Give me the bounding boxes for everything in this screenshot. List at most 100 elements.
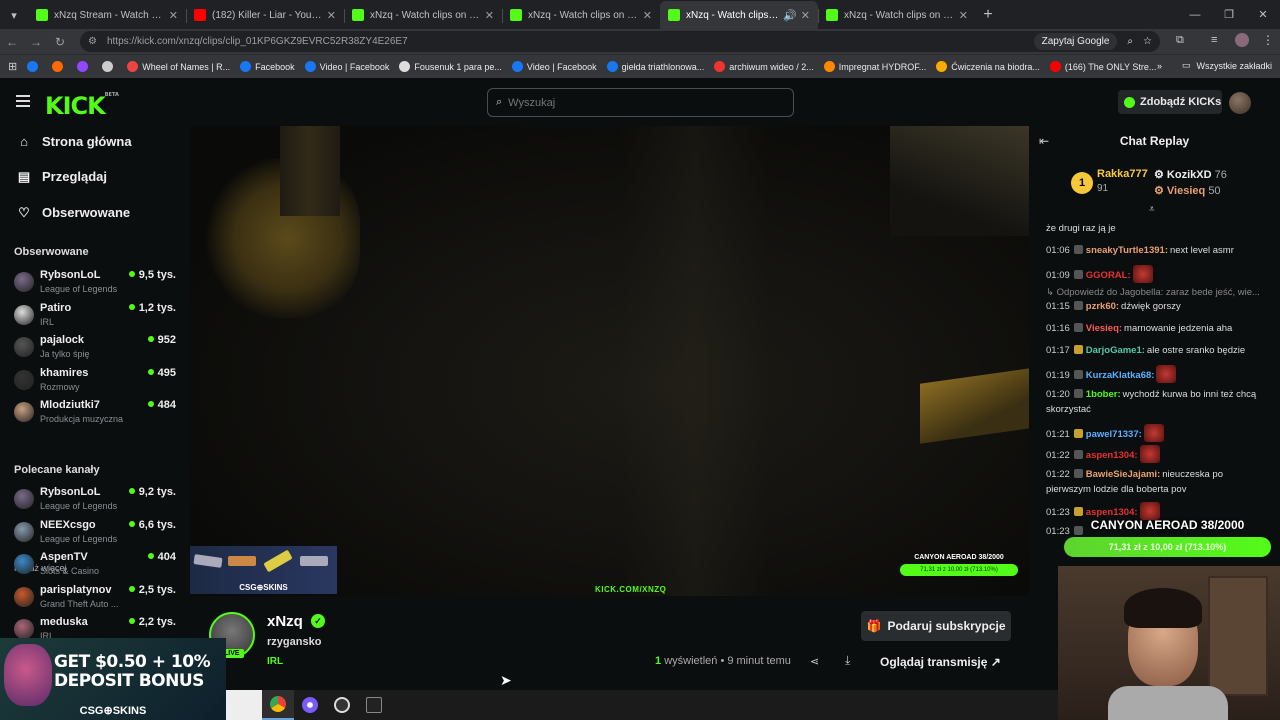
browser-tab[interactable]: xNzq - Watch clips on Kick ✕ xyxy=(818,1,976,29)
bookmark-item[interactable]: Ćwiczenia na biodra... xyxy=(936,61,1040,72)
video-player[interactable]: CSG⊕SKINS KICK.COM/XNZQ CANYON AEROAD 38… xyxy=(190,126,1029,596)
browser-tab[interactable]: (182) Killer - Liar - YouTube ✕ xyxy=(186,1,344,29)
close-tab-icon[interactable]: ✕ xyxy=(801,9,810,22)
bookmark-favicon-icon xyxy=(27,61,39,72)
sidepanel-icon[interactable]: ≡ xyxy=(1211,34,1217,46)
browser-tab[interactable]: xNzq - Watch clips on Kick ✕ xyxy=(344,1,502,29)
close-window-icon[interactable]: ✕ xyxy=(1246,0,1280,29)
bookmark-item[interactable] xyxy=(27,61,42,72)
search-box[interactable]: ⌕ xyxy=(487,88,794,117)
browser-tab[interactable]: xNzq Stream - Watch Live on Kick✕ xyxy=(28,1,186,29)
taskbar-messenger-icon[interactable] xyxy=(294,690,326,720)
chevron-right-icon[interactable]: » xyxy=(1157,61,1162,71)
all-bookmarks[interactable]: Wszystkie zakładki xyxy=(1196,61,1272,71)
rank-1-badge: 1 xyxy=(1071,172,1093,194)
bookmark-item[interactable]: Video | Facebook xyxy=(304,61,389,72)
download-icon[interactable]: ⤓ xyxy=(845,653,850,668)
chat-username[interactable]: KurzaKlatka68: xyxy=(1086,370,1155,381)
channel-avatar xyxy=(14,369,34,390)
bookmark-item[interactable] xyxy=(102,61,117,72)
get-kicks-button[interactable]: Zdobądź KICKs xyxy=(1118,90,1222,114)
sidebar-channel-rybsonlol[interactable]: RybsonLoL League of Legends 9,5 tys. xyxy=(14,269,176,299)
bookmark-item[interactable]: archiwum wideo / 2... xyxy=(714,61,814,72)
taskbar-terminal-icon[interactable] xyxy=(358,690,390,720)
bookmark-item[interactable] xyxy=(52,61,67,72)
close-tab-icon[interactable]: ✕ xyxy=(959,9,968,22)
chat-username[interactable]: Viesieq: xyxy=(1086,323,1122,334)
gift-subscription-button[interactable]: 🎁 Podaruj subskrypcje xyxy=(861,611,1011,641)
chat-username[interactable]: GGORAL: xyxy=(1086,270,1131,281)
csgskins-ad[interactable]: GET $0.50 + 10% DEPOSIT BONUS CSG⊕SKINS xyxy=(0,638,226,720)
close-tab-icon[interactable]: ✕ xyxy=(327,9,336,22)
close-tab-icon[interactable]: ✕ xyxy=(643,9,652,22)
apps-icon[interactable]: ⊞ xyxy=(8,60,17,73)
sidebar-channel-khamires[interactable]: khamires Rozmowy 495 xyxy=(14,367,176,397)
bookmark-item[interactable]: Video | Facebook xyxy=(511,61,597,72)
nav-following[interactable]: ♡ Obserwowane xyxy=(17,205,130,221)
chat-username[interactable]: aspen1304: xyxy=(1086,450,1138,461)
chat-username[interactable]: 1bober: xyxy=(1086,389,1121,400)
sidebar-channel-pajalock[interactable]: pajalock Ja tylko śpię 952 xyxy=(14,334,176,364)
sidebar-channel-neexcsgo[interactable]: NEEXcsgo League of Legends 6,6 tys. xyxy=(14,519,176,549)
hamburger-icon[interactable] xyxy=(16,95,30,110)
extensions-icon[interactable]: ⧉ xyxy=(1176,34,1184,47)
chat-username[interactable]: pawel71337: xyxy=(1086,429,1142,440)
browser-tab[interactable]: xNzq - Watch clips on Kick🔊✕ xyxy=(660,1,818,29)
star-icon[interactable]: ☆ xyxy=(1143,36,1152,47)
address-bar[interactable]: ⚙ https://kick.com/xnzq/clips/clip_01KP6… xyxy=(80,31,1160,52)
taskbar-obs-icon[interactable] xyxy=(326,690,358,720)
kick-logo[interactable]: KICKBETA xyxy=(45,92,119,120)
minimize-icon[interactable]: — xyxy=(1178,0,1212,29)
bookmark-item[interactable]: giełda triathlonowa... xyxy=(606,61,704,72)
sidebar-channel-aspentv[interactable]: AspenTV Slots & Casino 404 xyxy=(14,551,176,581)
channel-name[interactable]: xNzq xyxy=(267,613,303,630)
bookmark-item[interactable]: Wheel of Names | R... xyxy=(127,61,230,72)
stream-category[interactable]: IRL xyxy=(267,656,283,667)
browser-tab[interactable]: xNzq - Watch clips on Kick ✕ xyxy=(502,1,660,29)
chat-username[interactable]: aspen1304: xyxy=(1086,507,1138,518)
bookmark-item[interactable]: Impregnat HYDROF... xyxy=(823,61,926,72)
zoom-icon[interactable]: ⌕ xyxy=(1127,36,1133,47)
bookmark-item[interactable]: (166) The ONLY Stre... xyxy=(1049,61,1156,72)
back-icon[interactable]: ← xyxy=(0,35,24,49)
reload-icon[interactable]: ↻ xyxy=(48,35,72,49)
chat-username[interactable]: DarjoGame1: xyxy=(1086,345,1145,356)
channel-category: IRL xyxy=(40,316,55,327)
taskbar-chrome-icon[interactable] xyxy=(262,690,294,720)
viewer-count: 9,2 tys. xyxy=(129,486,176,498)
speaker-icon[interactable]: 🔊 xyxy=(783,9,797,22)
sidebar-channel-mlodziutki7[interactable]: Mlodziutki7 Produkcja muzyczna 484 xyxy=(14,399,176,429)
sidebar-channel-patiro[interactable]: Patiro IRL 1,2 tys. xyxy=(14,302,176,332)
taskbar-blank-app[interactable] xyxy=(226,690,262,720)
sidebar-channel-parisplatynov[interactable]: parisplatynov Grand Theft Auto ... 2,5 tys… xyxy=(14,584,176,614)
badge-icon xyxy=(1073,370,1083,379)
watch-stream-button[interactable]: Oglądaj transmisję ↗ xyxy=(880,655,1001,669)
user-avatar[interactable] xyxy=(1229,92,1251,114)
nav-home[interactable]: ⌂ Strona główna xyxy=(17,134,132,149)
maximize-icon[interactable]: ❐ xyxy=(1212,0,1246,29)
bookmark-item[interactable]: Facebook xyxy=(240,61,295,72)
bookmark-item[interactable]: Fousenuk 1 para pe... xyxy=(399,61,502,72)
profile-avatar[interactable] xyxy=(1235,33,1249,47)
site-info-icon[interactable]: ⚙ xyxy=(88,36,97,47)
chat-username[interactable]: BawieSieJajami: xyxy=(1086,469,1160,480)
close-tab-icon[interactable]: ✕ xyxy=(485,9,494,22)
share-icon[interactable]: ⋖ xyxy=(810,655,819,668)
nav-browse[interactable]: ▤ Przeglądaj xyxy=(17,169,107,185)
channel-name: RybsonLoL xyxy=(40,269,101,281)
chat-username[interactable]: pzrk60: xyxy=(1086,301,1119,312)
ask-google-button[interactable]: Zapytaj Google xyxy=(1033,33,1118,50)
sidebar: ⌂ Strona główna ▤ Przeglądaj ♡ Obserwowane … xyxy=(0,126,190,641)
expand-icon[interactable]: ⩡ xyxy=(1149,204,1155,215)
chat-goal-overlay: CANYON AEROAD 38/2000 71,31 zł z 10,00 z… xyxy=(1064,518,1271,557)
menu-icon[interactable]: ⋮ xyxy=(1262,33,1274,47)
chat-username[interactable]: sneakyTurtle1391: xyxy=(1086,245,1168,256)
bookmark-item[interactable] xyxy=(77,61,92,72)
bookmark-favicon-icon xyxy=(77,61,89,72)
tab-search-icon[interactable]: ▾ xyxy=(0,1,28,29)
sidebar-channel-rybsonlol[interactable]: RybsonLoL League of Legends 9,2 tys. xyxy=(14,486,176,516)
forward-icon[interactable]: → xyxy=(24,35,48,49)
search-input[interactable] xyxy=(508,96,769,109)
new-tab-button[interactable]: + xyxy=(976,1,1000,29)
close-tab-icon[interactable]: ✕ xyxy=(169,9,178,22)
